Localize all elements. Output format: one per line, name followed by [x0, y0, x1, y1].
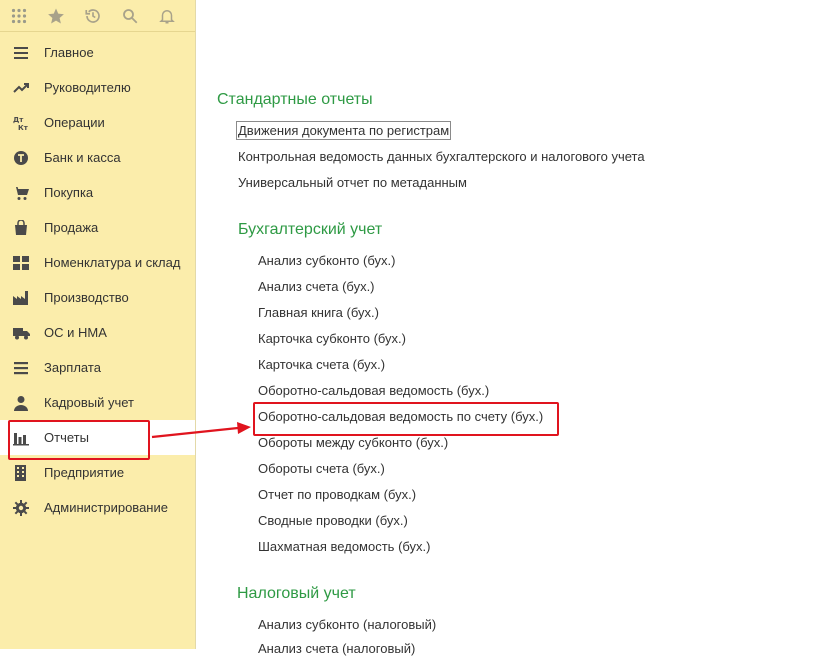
sidebar-item-reports[interactable]: Отчеты — [0, 420, 195, 455]
report-link[interactable]: Шахматная ведомость (бух.) — [258, 539, 431, 554]
sidebar-item-label: Зарплата — [44, 360, 101, 375]
report-link-turnover-by-account[interactable]: Оборотно-сальдовая ведомость по счету (б… — [258, 409, 543, 424]
sidebar-item-main[interactable]: Главное — [0, 35, 195, 70]
building-icon — [0, 464, 44, 481]
search-icon[interactable] — [111, 0, 148, 31]
svg-text:Кт: Кт — [18, 124, 29, 131]
reports-panel: Стандартные отчеты Движения документа по… — [196, 0, 833, 656]
sidebar: Главное Руководителю Дт Кт Операции Банк … — [0, 0, 196, 649]
sidebar-item-label: Производство — [44, 290, 129, 305]
sidebar-item-label: Кадровый учет — [44, 395, 134, 410]
gear-icon — [0, 499, 44, 516]
person-icon — [0, 395, 44, 411]
sidebar-item-fixed-assets[interactable]: ОС и НМА — [0, 315, 195, 350]
report-link[interactable]: Отчет по проводкам (бух.) — [258, 487, 416, 502]
sidebar-item-label: Банк и касса — [44, 150, 121, 165]
section-title-tax: Налоговый учет — [237, 585, 356, 602]
bell-icon[interactable] — [148, 0, 185, 31]
bank-icon — [0, 150, 44, 166]
section-title-standard: Стандартные отчеты — [217, 91, 373, 108]
report-link[interactable]: Карточка счета (бух.) — [258, 357, 385, 372]
sidebar-item-label: Руководителю — [44, 80, 131, 95]
sidebar-item-nomenclature[interactable]: Номенклатура и склад — [0, 245, 195, 280]
sidebar-nav: Главное Руководителю Дт Кт Операции Банк … — [0, 35, 195, 525]
sidebar-item-label: Главное — [44, 45, 94, 60]
apps-grid-icon[interactable] — [0, 0, 37, 31]
report-link[interactable]: Обороты между субконто (бух.) — [258, 435, 448, 450]
report-link[interactable]: Главная книга (бух.) — [258, 305, 379, 320]
report-link[interactable]: Анализ субконто (налоговый) — [258, 617, 436, 632]
dt-kt-icon: Дт Кт — [0, 115, 44, 131]
report-link[interactable]: Анализ счета (бух.) — [258, 279, 375, 294]
truck-icon — [0, 325, 44, 341]
sidebar-toolbar — [0, 0, 195, 32]
bar-chart-icon — [0, 430, 44, 446]
sidebar-item-label: Покупка — [44, 185, 94, 200]
sidebar-item-bank[interactable]: Банк и касса — [0, 140, 195, 175]
report-link[interactable]: Обороты счета (бух.) — [258, 461, 385, 476]
sidebar-item-label: Номенклатура и склад — [44, 255, 181, 270]
report-link[interactable]: Оборотно-сальдовая ведомость (бух.) — [258, 383, 489, 398]
sidebar-item-label: Отчеты — [44, 430, 89, 445]
cart-icon — [0, 185, 44, 201]
report-link[interactable]: Сводные проводки (бух.) — [258, 513, 408, 528]
report-link[interactable]: Анализ субконто (бух.) — [258, 253, 395, 268]
bag-icon — [0, 219, 44, 236]
sidebar-item-manager[interactable]: Руководителю — [0, 70, 195, 105]
sidebar-item-operations[interactable]: Дт Кт Операции — [0, 105, 195, 140]
grid-icon — [0, 255, 44, 271]
star-icon[interactable] — [37, 0, 74, 31]
sidebar-item-label: Продажа — [44, 220, 99, 235]
report-link[interactable]: Карточка субконто (бух.) — [258, 331, 406, 346]
sidebar-item-label: Операции — [44, 115, 105, 130]
report-link[interactable]: Универсальный отчет по метаданным — [238, 175, 467, 190]
sidebar-item-hr[interactable]: Кадровый учет — [0, 385, 195, 420]
sidebar-item-sales[interactable]: Продажа — [0, 210, 195, 245]
history-icon[interactable] — [74, 0, 111, 31]
factory-icon — [0, 290, 44, 306]
sidebar-item-label: Администрирование — [44, 500, 168, 515]
report-link[interactable]: Движения документа по регистрам — [235, 121, 452, 140]
salary-icon — [0, 360, 44, 376]
sidebar-item-label: Предприятие — [44, 465, 125, 480]
sidebar-item-administration[interactable]: Администрирование — [0, 490, 195, 525]
section-title-accounting: Бухгалтерский учет — [238, 221, 383, 238]
sidebar-item-label: ОС и НМА — [44, 325, 107, 340]
svg-text:Дт: Дт — [13, 116, 24, 124]
sidebar-item-production[interactable]: Производство — [0, 280, 195, 315]
report-link[interactable]: Контрольная ведомость данных бухгалтерск… — [238, 149, 645, 164]
sidebar-item-purchase[interactable]: Покупка — [0, 175, 195, 210]
menu-lines-icon — [0, 45, 44, 61]
trend-icon — [0, 80, 44, 96]
sidebar-item-salary[interactable]: Зарплата — [0, 350, 195, 385]
sidebar-item-enterprise[interactable]: Предприятие — [0, 455, 195, 490]
